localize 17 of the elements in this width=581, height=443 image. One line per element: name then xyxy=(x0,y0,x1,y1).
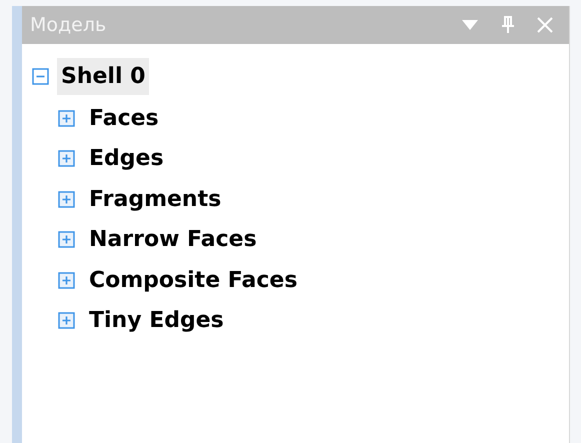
tree-item[interactable]: Edges xyxy=(85,140,168,178)
dropdown-icon[interactable] xyxy=(461,19,479,31)
tree-item[interactable]: Shell 0 xyxy=(57,58,150,94)
expand-icon[interactable] xyxy=(58,312,75,330)
tree-item[interactable]: Faces xyxy=(85,100,163,137)
tree-item[interactable]: Tiny Edges xyxy=(85,302,228,340)
close-icon[interactable] xyxy=(537,17,553,33)
pin-icon[interactable] xyxy=(501,16,515,34)
tree-item[interactable]: Composite Faces xyxy=(85,262,302,299)
expand-icon[interactable] xyxy=(58,190,75,208)
collapse-icon[interactable] xyxy=(32,68,49,84)
expand-icon[interactable] xyxy=(58,272,75,289)
expand-icon[interactable] xyxy=(58,231,75,248)
tree-item[interactable]: Fragments xyxy=(85,180,226,218)
tree-item[interactable]: Narrow Faces xyxy=(85,221,261,258)
expand-icon[interactable] xyxy=(58,110,75,127)
expand-icon[interactable] xyxy=(58,150,75,168)
